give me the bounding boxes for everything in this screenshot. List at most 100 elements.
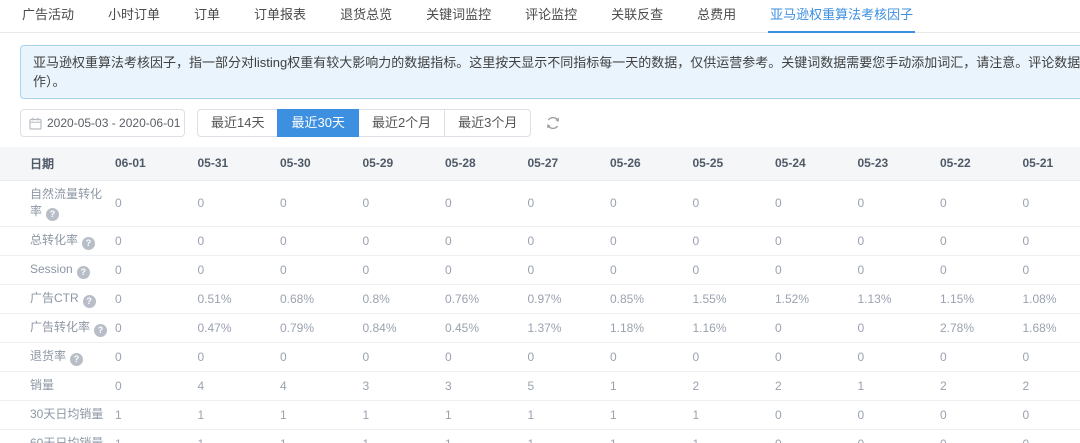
metric-cell: 1 [610, 400, 693, 430]
metric-cell: 1.15% [940, 284, 1023, 314]
range-button-1[interactable]: 最近14天 [197, 109, 279, 137]
metric-cell: 0 [197, 255, 280, 285]
metric-cell: 0 [280, 342, 363, 372]
metric-cell: 3 [445, 371, 528, 401]
column-header: 05-25 [692, 147, 775, 181]
metric-cell: 0 [115, 371, 198, 401]
help-icon[interactable] [70, 352, 84, 366]
metric-cell: 1.37% [527, 313, 610, 343]
column-header: 05-29 [362, 147, 445, 181]
metric-cell: 0.47% [197, 313, 280, 343]
metric-cell: 0.85% [610, 284, 693, 314]
metric-cell: 0 [692, 226, 775, 256]
metric-cell: 0.68% [280, 284, 363, 314]
tab-5[interactable]: 退货总览 [338, 0, 394, 32]
tab-9[interactable]: 总费用 [695, 0, 738, 32]
metric-cell: 0 [527, 255, 610, 285]
metric-cell: 0 [362, 255, 445, 285]
metric-cell: 0 [445, 342, 528, 372]
metric-cell: 0 [940, 342, 1023, 372]
metric-cell: 0 [940, 180, 1023, 227]
range-button-3[interactable]: 最近2个月 [357, 109, 446, 137]
help-icon[interactable] [82, 294, 96, 308]
metrics-table-wrap: 日期 06-01 05-31 05-30 05-29 05-28 05-27 05-26 05-… [0, 147, 1080, 443]
row-label: 总转化率 [30, 232, 79, 247]
help-icon[interactable] [94, 323, 108, 337]
tab-8[interactable]: 关联反查 [609, 0, 665, 32]
metric-cell: 0 [857, 180, 940, 227]
row-label: 广告CTR [30, 290, 79, 305]
metric-cell: 0 [1022, 226, 1080, 256]
help-icon[interactable] [76, 265, 90, 279]
row-label: 销量 [30, 378, 55, 392]
tab-10[interactable]: 亚马逊权重算法考核因子 [768, 0, 916, 33]
metric-cell: 0 [610, 255, 693, 285]
metric-cell: 0 [857, 313, 940, 343]
tab-3[interactable]: 订单 [192, 0, 222, 32]
range-button-2[interactable]: 最近30天 [277, 109, 359, 137]
tab-2[interactable]: 小时订单 [106, 0, 162, 32]
table-header-row: 日期 06-01 05-31 05-30 05-29 05-28 05-27 05-26 05-… [0, 147, 1080, 181]
metric-cell: 1 [197, 400, 280, 430]
column-header: 05-27 [527, 147, 610, 181]
row-label: 退货率 [30, 348, 67, 363]
metric-cell: 0 [775, 342, 858, 372]
tab-1[interactable]: 广告活动 [20, 0, 76, 32]
row-label: 60天日均销量 [30, 436, 104, 443]
metric-cell: 2 [940, 371, 1023, 401]
metric-cell: 0 [692, 342, 775, 372]
tab-6[interactable]: 关键词监控 [424, 0, 493, 32]
row-label: 30天日均销量 [30, 407, 104, 421]
metric-cell: 2 [1022, 371, 1080, 401]
table-row: 30天日均销量 1 1 1 1 1 1 1 1 0 0 0 0 [0, 400, 1080, 430]
metric-cell: 1 [280, 400, 363, 430]
metric-cell: 1.13% [857, 284, 940, 314]
metric-cell: 1 [857, 371, 940, 401]
column-header: 05-28 [445, 147, 528, 181]
metrics-table: 日期 06-01 05-31 05-30 05-29 05-28 05-27 05-26 05-… [0, 147, 1080, 443]
metric-cell: 5 [527, 371, 610, 401]
metric-cell: 0 [692, 180, 775, 227]
metric-cell: 0 [857, 342, 940, 372]
metric-cell: 1 [692, 429, 775, 443]
metric-cell: 0 [940, 400, 1023, 430]
metric-cell: 0 [610, 180, 693, 227]
metric-cell: 0 [115, 226, 198, 256]
date-range-picker[interactable]: 2020-05-03 - 2020-06-01 [20, 109, 185, 137]
metric-cell: 1 [362, 400, 445, 430]
metric-cell: 0 [362, 226, 445, 256]
help-icon[interactable] [46, 207, 60, 221]
metric-cell: 1 [527, 400, 610, 430]
metric-cell: 1 [692, 400, 775, 430]
column-header: 05-30 [280, 147, 363, 181]
metric-cell: 0.8% [362, 284, 445, 314]
metric-cell: 0 [1022, 342, 1080, 372]
metric-cell: 0 [197, 180, 280, 227]
tab-4[interactable]: 订单报表 [252, 0, 308, 32]
metric-cell: 0.79% [280, 313, 363, 343]
calendar-icon [29, 117, 42, 130]
table-row: 总转化率000000000000 [0, 226, 1080, 256]
metric-cell: 4 [280, 371, 363, 401]
metric-cell: 0 [775, 313, 858, 343]
range-button-4[interactable]: 最近3个月 [444, 109, 532, 137]
metric-cell: 0 [445, 180, 528, 227]
row-label-cell: 退货率 [0, 342, 115, 372]
row-label: Session [30, 261, 73, 276]
metric-cell: 0 [527, 342, 610, 372]
refresh-icon [547, 116, 560, 130]
column-header: 05-23 [857, 147, 940, 181]
row-label-cell: 广告CTR [0, 284, 115, 314]
metric-cell: 0 [197, 342, 280, 372]
tab-7[interactable]: 评论监控 [523, 0, 579, 32]
metric-cell: 0.45% [445, 313, 528, 343]
metric-cell: 0 [115, 255, 198, 285]
metric-cell: 1 [610, 429, 693, 443]
refresh-button[interactable] [545, 115, 561, 131]
metric-cell: 0 [115, 342, 198, 372]
metric-cell: 0 [445, 255, 528, 285]
metric-cell: 0 [610, 342, 693, 372]
help-icon[interactable] [82, 236, 96, 250]
metric-cell: 1.55% [692, 284, 775, 314]
metric-cell: 0.51% [197, 284, 280, 314]
